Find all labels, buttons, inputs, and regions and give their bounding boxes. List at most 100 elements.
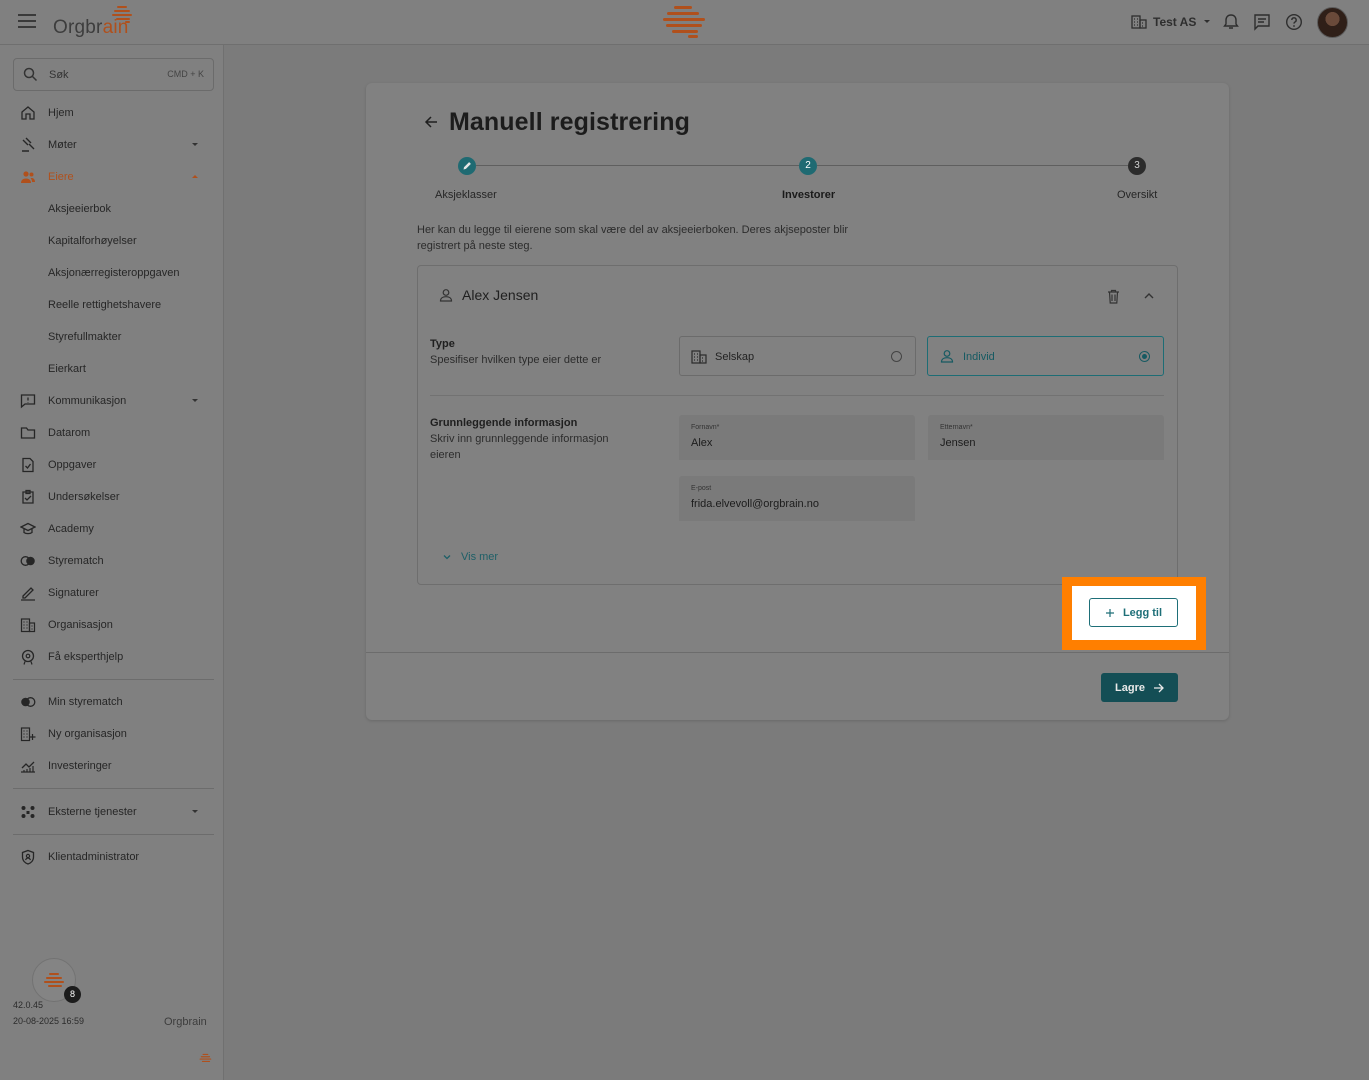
services-icon [21, 806, 35, 818]
show-more-toggle[interactable]: Vis mer [442, 551, 498, 563]
sidebar-item-styrematch[interactable]: Styrematch [13, 547, 214, 575]
person-icon [439, 289, 453, 302]
version-timestamp: 20-08-2025 16:59 [13, 1016, 85, 1026]
sidebar-item-eiere[interactable]: Eiere [13, 163, 214, 191]
radio-button-selected[interactable] [1139, 351, 1150, 362]
page-title: Manuell registrering [449, 108, 690, 136]
building-icon [691, 350, 707, 364]
chevron-down-icon [192, 143, 198, 146]
brain-logo-icon [112, 6, 132, 23]
sidebar-subitem-styrefullmakter[interactable]: Styrefullmakter [48, 331, 121, 343]
option-label: Selskap [715, 351, 755, 363]
sidebar-item-academy[interactable]: Academy [13, 515, 214, 543]
sidebar-item-label: Eksterne tjenester [48, 806, 137, 818]
sidebar-item-label: Ny organisasjon [48, 728, 127, 740]
sidebar-divider [13, 834, 214, 835]
sidebar-subitem-aksjonaerregisteroppgaven[interactable]: Aksjonærregisteroppgaven [48, 267, 179, 279]
sidebar-item-organisasjon[interactable]: Organisasjon [13, 611, 214, 639]
sidebar-divider [13, 788, 214, 789]
gavel-icon [22, 137, 35, 152]
save-button[interactable]: Lagre [1101, 673, 1178, 702]
radio-button[interactable] [891, 351, 902, 362]
add-building-icon [20, 727, 36, 742]
sidebar-item-klientadministrator[interactable]: Klientadministrator [13, 843, 214, 871]
hamburger-icon[interactable] [18, 14, 36, 30]
field-value: frida.elvevoll@orgbrain.no [691, 498, 819, 510]
organization-name: Test AS [1153, 14, 1197, 29]
type-option-selskap[interactable]: Selskap [679, 336, 916, 376]
task-icon [22, 457, 34, 473]
page-description: Her kan du legge til eierene som skal væ… [417, 224, 849, 252]
field-value: Jensen [940, 437, 976, 449]
owner-name: Alex Jensen [462, 287, 539, 303]
sidebar-item-label: Academy [48, 523, 94, 535]
match-icon [21, 697, 36, 707]
trash-icon[interactable] [1107, 289, 1120, 304]
sidebar-item-label: Organisasjon [48, 619, 113, 631]
help-icon[interactable] [1285, 13, 1303, 31]
email-field[interactable]: E-post frida.elvevoll@orgbrain.no [679, 476, 915, 521]
step-label-investorer: Investorer [782, 189, 836, 201]
top-bar: Orgbrain Test AS [0, 0, 1369, 45]
chart-icon [21, 761, 35, 773]
sidebar-item-moter[interactable]: Møter [13, 131, 214, 159]
basic-info-subtitle: Skriv inn grunnleggende informasjon eier… [430, 433, 609, 461]
sidebar-item-kommunikasjon[interactable]: Kommunikasjon [13, 387, 214, 415]
search-icon [23, 67, 38, 82]
field-label: Etternavn* [940, 424, 973, 431]
folder-icon [20, 427, 36, 439]
building-icon [20, 618, 36, 633]
survey-icon [22, 489, 34, 504]
step-1-done-indicator[interactable] [458, 157, 476, 175]
chevron-up-icon[interactable] [1143, 291, 1155, 301]
option-label: Individ [963, 351, 995, 363]
sidebar-item-label: Min styrematch [48, 696, 123, 708]
sidebar-subitem-aksjeeierbok[interactable]: Aksjeeierbok [48, 203, 111, 215]
person-icon [940, 350, 954, 363]
sidebar-item-hjem[interactable]: Hjem [13, 99, 214, 127]
sidebar-item-eksterne-tjenester[interactable]: Eksterne tjenester [13, 798, 214, 826]
search-shortcut: CMD + K [167, 69, 204, 79]
sidebar-subitem-eierkart[interactable]: Eierkart [48, 363, 86, 375]
sidebar-divider [13, 679, 214, 680]
sidebar-subitem-kapitalforhoyelser[interactable]: Kapitalforhøyelser [48, 235, 137, 247]
sidebar-item-label: Klientadministrator [48, 851, 140, 863]
sidebar-item-label: Oppgaver [48, 459, 97, 471]
search-box[interactable]: Søk CMD + K [13, 58, 214, 91]
card-footer-divider [366, 652, 1229, 653]
first-name-field[interactable]: Fornavn* Alex [679, 415, 915, 460]
sidebar-item-label: Få eksperthjelp [48, 651, 124, 663]
sidebar-item-label: Signaturer [48, 587, 99, 599]
sidebar-item-eksperthjelp[interactable]: Få eksperthjelp [13, 643, 214, 671]
user-avatar[interactable] [1317, 7, 1348, 38]
save-label: Lagre [1115, 681, 1145, 694]
brain-logo-icon [44, 973, 64, 987]
last-name-field[interactable]: Etternavn* Jensen [928, 415, 1164, 460]
back-arrow-icon[interactable] [424, 115, 438, 129]
bell-icon[interactable] [1222, 13, 1240, 31]
sidebar-item-undersokelser[interactable]: Undersøkelser [13, 483, 214, 511]
type-option-individ[interactable]: Individ [927, 336, 1164, 376]
add-owner-button[interactable]: Legg til [1089, 598, 1178, 627]
sidebar-item-datarom[interactable]: Datarom [13, 419, 214, 447]
sidebar-item-min-styrematch[interactable]: Min styrematch [13, 688, 214, 716]
sidebar-subitem-reelle-rettighetshavere[interactable]: Reelle rettighetshavere [48, 299, 161, 311]
step-label-aksjeklasser: Aksjeklasser [435, 189, 497, 201]
expert-icon [21, 649, 35, 665]
sidebar-item-signaturer[interactable]: Signaturer [13, 579, 214, 607]
step-2-indicator[interactable]: 2 [799, 157, 817, 175]
chat-icon[interactable] [1253, 13, 1271, 31]
chevron-down-icon [192, 399, 198, 402]
sidebar-item-ny-organisasjon[interactable]: Ny organisasjon [13, 720, 214, 748]
step-3-indicator[interactable]: 3 [1128, 157, 1146, 175]
shield-icon [21, 849, 35, 865]
sidebar-item-oppgaver[interactable]: Oppgaver [13, 451, 214, 479]
field-value: Alex [691, 437, 713, 449]
organization-switcher[interactable]: Test AS [1131, 14, 1211, 29]
sidebar-item-label: Møter [48, 139, 77, 151]
sidebar-item-label: Hjem [48, 107, 74, 119]
pencil-icon [463, 162, 471, 170]
center-brain-logo-icon [663, 6, 705, 38]
app-version: 42.0.45 [13, 1000, 44, 1010]
sidebar-item-investeringer[interactable]: Investeringer [13, 752, 214, 780]
